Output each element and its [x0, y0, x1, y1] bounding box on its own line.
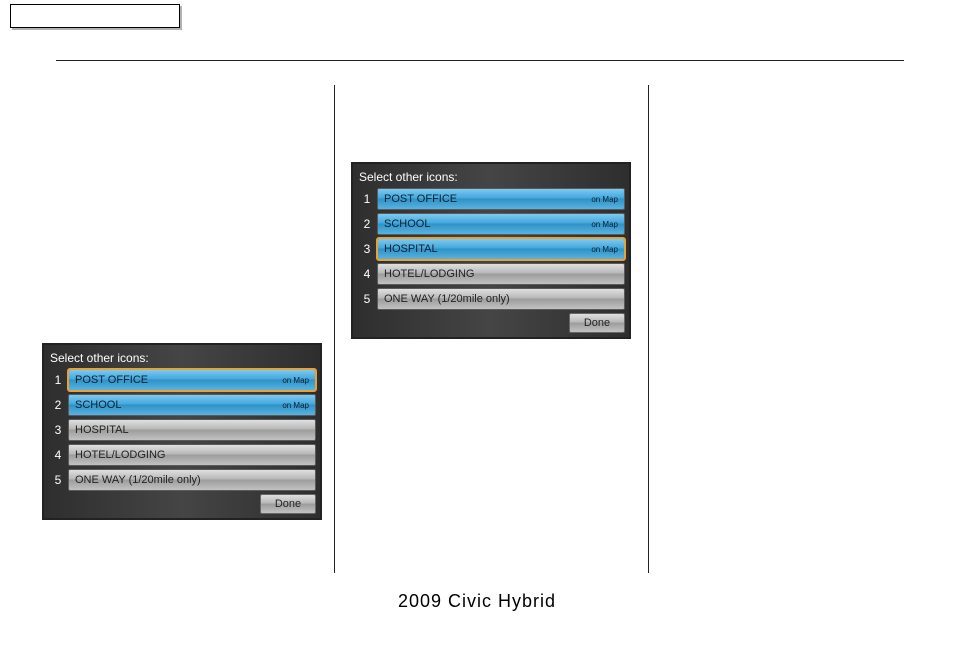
list-item[interactable]: 3 HOSPITAL on Map	[357, 238, 625, 260]
row-button[interactable]: HOTEL/LODGING	[377, 263, 625, 285]
screen-b-title: Select other icons:	[357, 168, 625, 188]
list-item[interactable]: 4 HOTEL/LODGING	[48, 444, 316, 466]
done-button[interactable]: Done	[260, 494, 316, 514]
row-number: 4	[48, 444, 68, 466]
row-button[interactable]: ONE WAY (1/20mile only)	[377, 288, 625, 310]
list-item[interactable]: 3 HOSPITAL	[48, 419, 316, 441]
list-item[interactable]: 4 HOTEL/LODGING	[357, 263, 625, 285]
list-item[interactable]: 2 SCHOOL on Map	[48, 394, 316, 416]
row-label: ONE WAY (1/20mile only)	[384, 293, 510, 305]
row-label: ONE WAY (1/20mile only)	[75, 474, 201, 486]
screen-a-title: Select other icons:	[48, 349, 316, 369]
list-item[interactable]: 5 ONE WAY (1/20mile only)	[48, 469, 316, 491]
row-label: SCHOOL	[384, 218, 430, 230]
footer-model: 2009 Civic Hybrid	[0, 591, 954, 612]
row-label: POST OFFICE	[384, 193, 457, 205]
row-number: 1	[357, 188, 377, 210]
list-item[interactable]: 5 ONE WAY (1/20mile only)	[357, 288, 625, 310]
row-number: 3	[357, 238, 377, 260]
column-divider-1	[334, 85, 335, 573]
row-button[interactable]: SCHOOL on Map	[377, 213, 625, 235]
row-label: HOSPITAL	[75, 424, 129, 436]
list-item[interactable]: 1 POST OFFICE on Map	[357, 188, 625, 210]
list-item[interactable]: 2 SCHOOL on Map	[357, 213, 625, 235]
row-button[interactable]: SCHOOL on Map	[68, 394, 316, 416]
row-button[interactable]: POST OFFICE on Map	[377, 188, 625, 210]
row-number: 4	[357, 263, 377, 285]
row-number: 5	[48, 469, 68, 491]
on-map-badge: on Map	[591, 220, 618, 229]
row-button[interactable]: HOSPITAL on Map	[377, 238, 625, 260]
row-number: 3	[48, 419, 68, 441]
row-label: HOTEL/LODGING	[75, 449, 165, 461]
nav-screen-b: Select other icons: 1 POST OFFICE on Map 2S…	[351, 162, 631, 339]
main-menu-box	[10, 4, 180, 28]
on-map-badge: on Map	[591, 195, 618, 204]
row-label: HOTEL/LODGING	[384, 268, 474, 280]
list-item[interactable]: 1 POST OFFICE on Map	[48, 369, 316, 391]
column-divider-2	[648, 85, 649, 573]
row-label: SCHOOL	[75, 399, 121, 411]
on-map-badge: on Map	[282, 401, 309, 410]
done-button[interactable]: Done	[569, 313, 625, 333]
on-map-badge: on Map	[591, 245, 618, 254]
row-number: 2	[48, 394, 68, 416]
horizontal-rule	[56, 60, 904, 61]
nav-screen-a: Select other icons: 1POST OFFICEon Map2S…	[42, 343, 322, 520]
screen-a-list: 1 POST OFFICE on Map 2 SCHOOL on Map 3 HOSPITAL…	[48, 369, 316, 491]
row-button[interactable]: ONE WAY (1/20mile only)	[68, 469, 316, 491]
screen-b-list: 1POST OFFICEon Map2SCHOOLon Map3HOSPITAL…	[357, 188, 625, 310]
row-number: 1	[48, 369, 68, 391]
row-button[interactable]: POST OFFICE on Map	[68, 369, 316, 391]
row-number: 5	[357, 288, 377, 310]
on-map-badge: on Map	[282, 376, 309, 385]
row-button[interactable]: HOSPITAL	[68, 419, 316, 441]
row-label: HOSPITAL	[384, 243, 438, 255]
row-label: POST OFFICE	[75, 374, 148, 386]
row-button[interactable]: HOTEL/LODGING	[68, 444, 316, 466]
row-number: 2	[357, 213, 377, 235]
